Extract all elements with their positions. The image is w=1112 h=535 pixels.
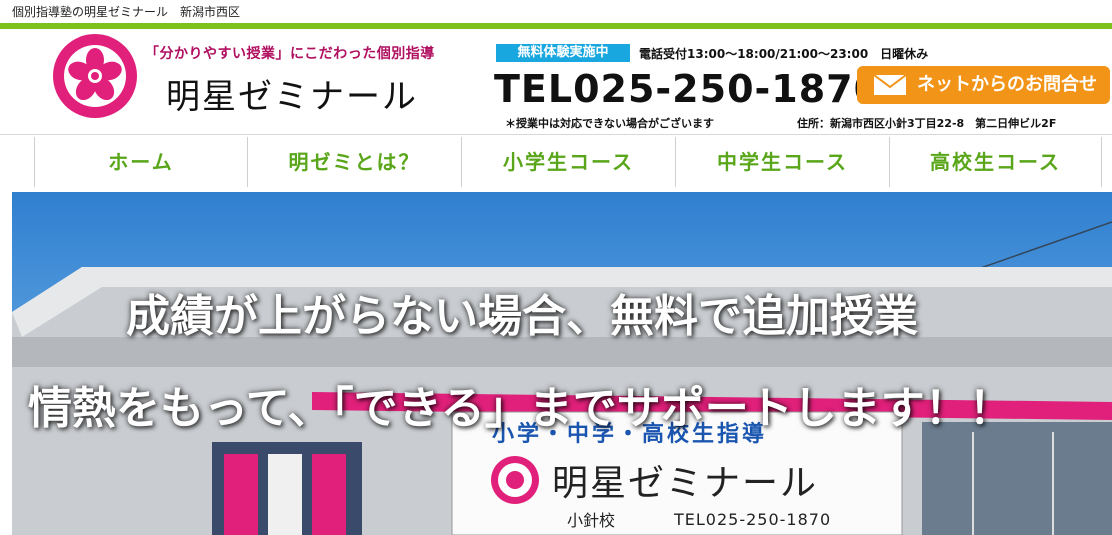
hero-banner: 小学・中学・高校生指導 明星ゼミナール 小針校 TEL025-250-1870 … (12, 192, 1112, 535)
site-name: 明星ゼミナール (166, 77, 418, 117)
contact-button[interactable]: ネットからのお問合せ (857, 66, 1110, 104)
main-nav: ホーム 明ゼミとは？ 小学生コース 中学生コース 高校生コース (0, 135, 1112, 190)
sign-tel: TEL025-250-1870 (674, 510, 832, 529)
phone-number-link[interactable]: TEL025-250-1870 (494, 67, 881, 111)
tagline: 「分かりやすい授業」にこだわった個別指導 (145, 46, 435, 62)
nav-item-junior-high[interactable]: 中学生コース (676, 137, 889, 187)
nav-item-elementary[interactable]: 小学生コース (462, 137, 675, 187)
flower-logo-icon (53, 34, 137, 118)
contact-button-label: ネットからのお問合せ (917, 74, 1097, 95)
top-bar: 個別指導塾の明星ゼミナール 新潟市西区 (0, 0, 1112, 22)
address: 住所：新潟市西区小針3丁目22-8 第二日伸ビル2F (797, 117, 1057, 130)
phone-note: ＊授業中は対応できない場合がございます (505, 117, 714, 130)
nav-item-home[interactable]: ホーム (35, 137, 247, 187)
sign-name: 明星ゼミナール (552, 463, 819, 504)
sign-branch: 小針校 (567, 511, 616, 530)
site-header: 「分かりやすい授業」にこだわった個別指導 明星ゼミナール 無料体験実施中 電話受… (0, 29, 1112, 133)
site-description: 個別指導塾の明星ゼミナール 新潟市西区 (12, 5, 241, 19)
nav-item-high-school[interactable]: 高校生コース (890, 137, 1101, 187)
phone-hours: 電話受付13:00～18:00/21:00～23:00 日曜休み (639, 47, 929, 61)
free-trial-badge: 無料体験実施中 (496, 44, 630, 62)
hero-headline-1: 成績が上がらない場合、無料で追加授業 (126, 291, 918, 342)
mail-icon (873, 74, 907, 95)
nav-separator (1101, 137, 1102, 187)
nav-item-about[interactable]: 明ゼミとは？ (248, 137, 461, 187)
hero-headline-2: 情熱をもって、「できる」までサポートします！！ (28, 383, 1013, 434)
